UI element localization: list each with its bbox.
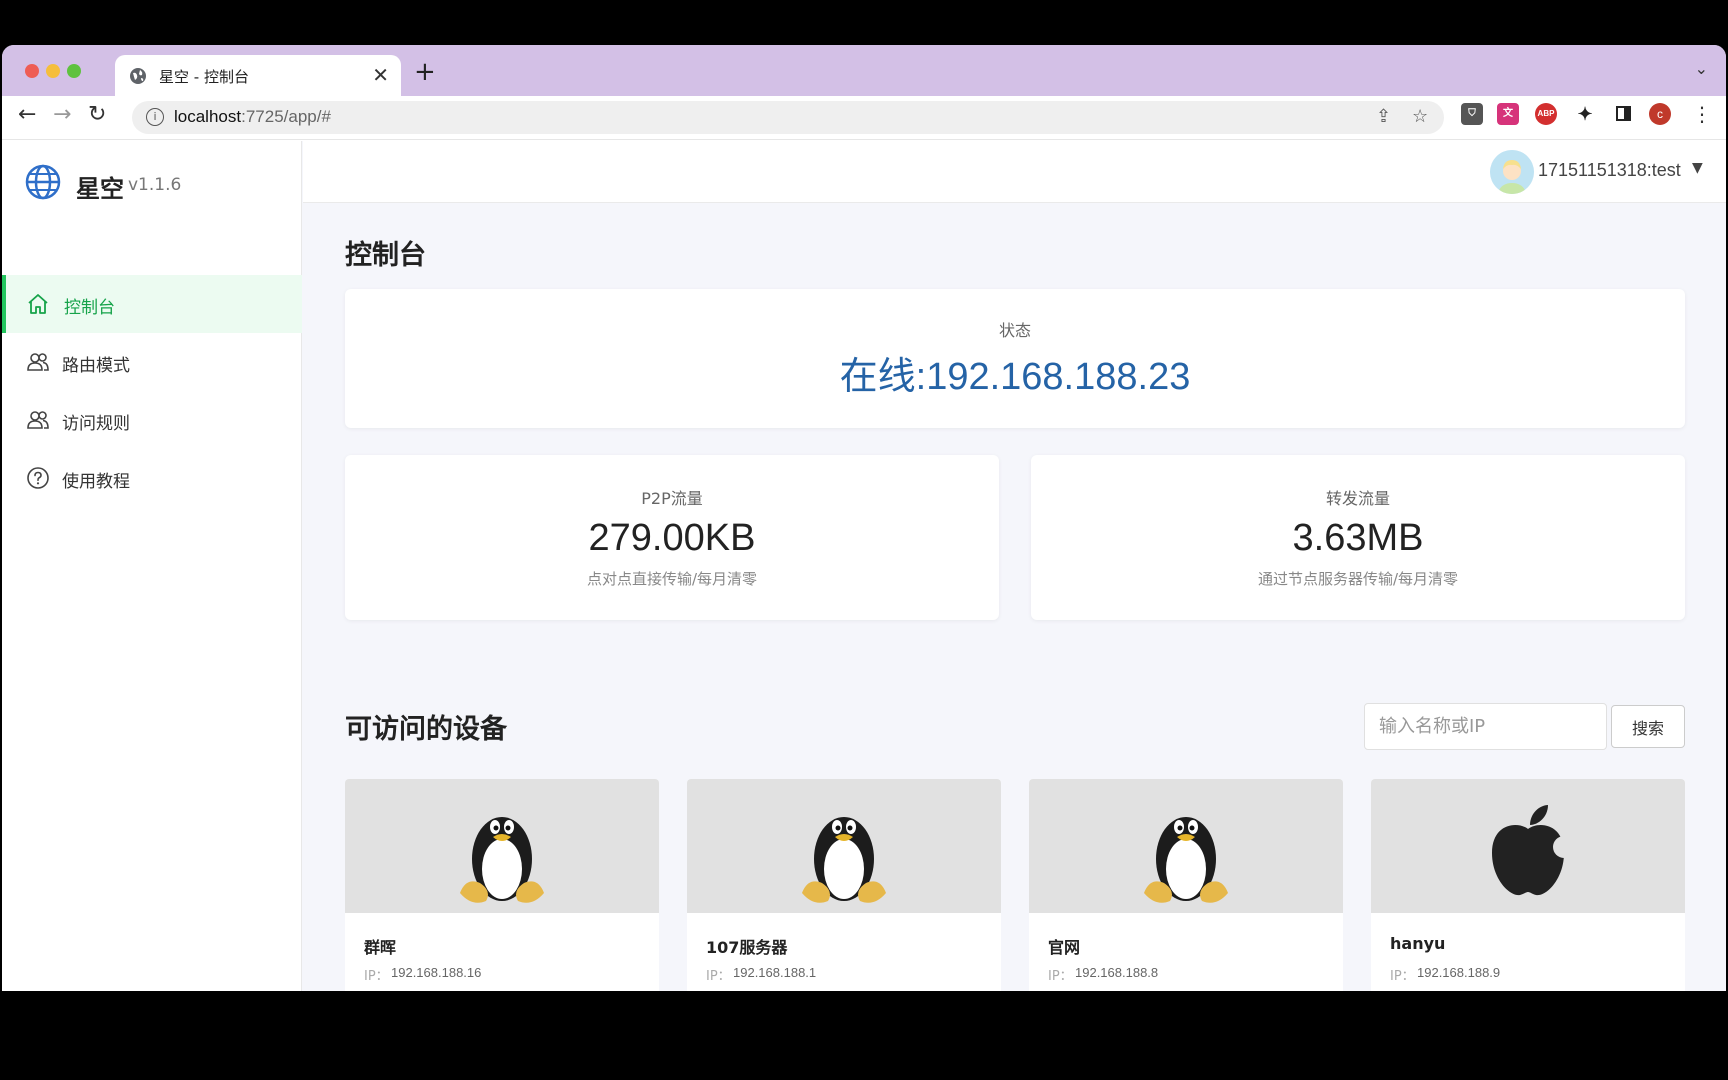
sidebar-item-access-rules[interactable]: 访问规则 bbox=[2, 391, 302, 449]
relay-traffic-card: 转发流量 3.63MB 通过节点服务器传输/每月清零 bbox=[1031, 455, 1685, 620]
close-tab-icon[interactable]: ✕ bbox=[372, 63, 389, 87]
users-icon bbox=[27, 353, 49, 371]
device-card[interactable]: hanyu IP： 192.168.188.9 bbox=[1371, 779, 1685, 991]
ip-label: IP： bbox=[706, 969, 731, 984]
globe-logo-icon bbox=[25, 164, 61, 200]
bookmark-star-icon[interactable]: ☆ bbox=[1412, 106, 1428, 127]
status-label: 状态 bbox=[998, 321, 1031, 340]
device-image bbox=[687, 779, 1001, 913]
p2p-traffic-card: P2P流量 279.00KB 点对点直接传输/每月清零 bbox=[345, 455, 999, 620]
home-icon bbox=[28, 294, 48, 314]
version-label: v1.1.6 bbox=[128, 175, 182, 195]
browser-tab[interactable]: 星空 - 控制台 ✕ bbox=[115, 55, 401, 96]
status-value: 在线:192.168.188.23 bbox=[839, 356, 1191, 398]
ip-label: IP： bbox=[1390, 969, 1415, 984]
address-bar[interactable]: i localhost:7725/app/# ⇪ ☆ bbox=[132, 101, 1444, 134]
ip-label: IP： bbox=[364, 969, 389, 984]
site-info-icon[interactable]: i bbox=[146, 108, 164, 126]
devices-section-title: 可访问的设备 bbox=[345, 714, 507, 745]
url-text[interactable]: localhost:7725/app/# bbox=[174, 107, 331, 127]
translate-extension-icon[interactable]: 文 bbox=[1497, 103, 1519, 125]
username: 17151151318:test bbox=[1538, 160, 1681, 180]
maximize-window-button[interactable] bbox=[67, 64, 81, 78]
side-panel-icon[interactable] bbox=[1612, 103, 1634, 125]
header-bar: 17151151318:test ▼ bbox=[303, 141, 1726, 203]
linux-penguin-icon bbox=[802, 817, 886, 903]
device-name: 107服务器 bbox=[706, 938, 788, 957]
tab-search-chevron-icon[interactable]: ⌄ bbox=[1695, 59, 1708, 78]
search-button[interactable]: 搜索 bbox=[1611, 705, 1685, 748]
device-name: hanyu bbox=[1390, 934, 1446, 953]
forward-arrow-icon[interactable]: → bbox=[53, 102, 71, 127]
sidebar-item-dashboard[interactable]: 控制台 bbox=[2, 275, 302, 333]
brand-name: 星空 bbox=[76, 175, 124, 203]
browser-menu-icon[interactable]: ⋮ bbox=[1692, 102, 1712, 126]
profile-avatar[interactable]: c bbox=[1649, 103, 1671, 125]
sidebar-item-label: 控制台 bbox=[64, 298, 115, 318]
sidebar-item-label: 使用教程 bbox=[62, 472, 130, 492]
device-name: 群晖 bbox=[364, 938, 397, 957]
p2p-value: 279.00KB bbox=[588, 517, 756, 559]
avatar-illustration-icon bbox=[1490, 150, 1534, 194]
sidebar-menu: 控制台 路由模式 访问规则 使用教程 bbox=[2, 275, 302, 507]
browser-toolbar: ← → ↻ i localhost:7725/app/# ⇪ ☆ ⛉ 文 ABP… bbox=[2, 96, 1726, 140]
share-icon[interactable]: ⇪ bbox=[1376, 106, 1391, 127]
users-icon bbox=[27, 411, 49, 429]
caret-down-icon: ▼ bbox=[1692, 160, 1703, 176]
device-ip: 192.168.188.8 bbox=[1075, 965, 1159, 980]
back-arrow-icon[interactable]: ← bbox=[18, 102, 36, 127]
device-card[interactable]: 官网 IP： 192.168.188.8 bbox=[1029, 779, 1343, 991]
app-root: 星空 v1.1.6 控制台 路由模式 访问规则 使用教程 17151151318… bbox=[2, 141, 1726, 991]
new-tab-button[interactable]: + bbox=[414, 57, 436, 87]
sidebar-item-tutorial[interactable]: 使用教程 bbox=[2, 449, 302, 507]
reload-icon[interactable]: ↻ bbox=[88, 102, 106, 127]
sidebar-item-label: 路由模式 bbox=[62, 356, 130, 376]
status-card: 状态 在线:192.168.188.23 bbox=[345, 289, 1685, 428]
device-ip: 192.168.188.9 bbox=[1417, 965, 1501, 980]
minimize-window-button[interactable] bbox=[46, 64, 60, 78]
user-menu[interactable]: 17151151318:test ▼ bbox=[1490, 150, 1712, 194]
relay-description: 通过节点服务器传输/每月清零 bbox=[1257, 570, 1459, 588]
bitwarden-extension-icon[interactable]: ⛉ bbox=[1461, 103, 1483, 125]
ip-label: IP： bbox=[1048, 969, 1073, 984]
tab-title: 星空 - 控制台 bbox=[159, 68, 249, 86]
sidebar-item-routing-mode[interactable]: 路由模式 bbox=[2, 333, 302, 391]
device-ip: 192.168.188.16 bbox=[391, 965, 482, 980]
tab-strip: 星空 - 控制台 ✕ + ⌄ bbox=[2, 45, 1726, 96]
browser-window: 星空 - 控制台 ✕ + ⌄ ← → ↻ i localhost:7725/ap… bbox=[2, 45, 1726, 991]
device-image bbox=[1029, 779, 1343, 913]
top-header: 17151151318:test ▼ bbox=[303, 141, 1726, 251]
page-title: 控制台 bbox=[345, 240, 426, 271]
device-card[interactable]: 107服务器 IP： 192.168.188.1 bbox=[687, 779, 1001, 991]
device-image bbox=[1371, 779, 1685, 913]
sidebar-item-label: 访问规则 bbox=[62, 414, 130, 434]
avatar bbox=[1490, 150, 1534, 194]
close-window-button[interactable] bbox=[25, 64, 39, 78]
extensions-puzzle-icon[interactable]: ✦ bbox=[1574, 103, 1596, 125]
linux-penguin-icon bbox=[1144, 817, 1228, 903]
adblock-extension-icon[interactable]: ABP bbox=[1535, 103, 1557, 125]
device-card[interactable]: 群晖 IP： 192.168.188.16 bbox=[345, 779, 659, 991]
relay-label: 转发流量 bbox=[1325, 489, 1390, 508]
linux-penguin-icon bbox=[460, 817, 544, 903]
apple-logo-icon bbox=[1492, 805, 1575, 896]
p2p-label: P2P流量 bbox=[641, 489, 703, 508]
help-icon bbox=[27, 467, 49, 489]
relay-value: 3.63MB bbox=[1292, 517, 1424, 559]
device-name: 官网 bbox=[1048, 938, 1081, 957]
globe-icon bbox=[130, 68, 146, 84]
device-image bbox=[345, 779, 659, 913]
p2p-description: 点对点直接传输/每月清零 bbox=[586, 570, 758, 588]
device-ip: 192.168.188.1 bbox=[733, 965, 817, 980]
sidebar: 星空 v1.1.6 控制台 路由模式 访问规则 使用教程 bbox=[2, 141, 302, 991]
device-search-input[interactable] bbox=[1364, 703, 1607, 750]
